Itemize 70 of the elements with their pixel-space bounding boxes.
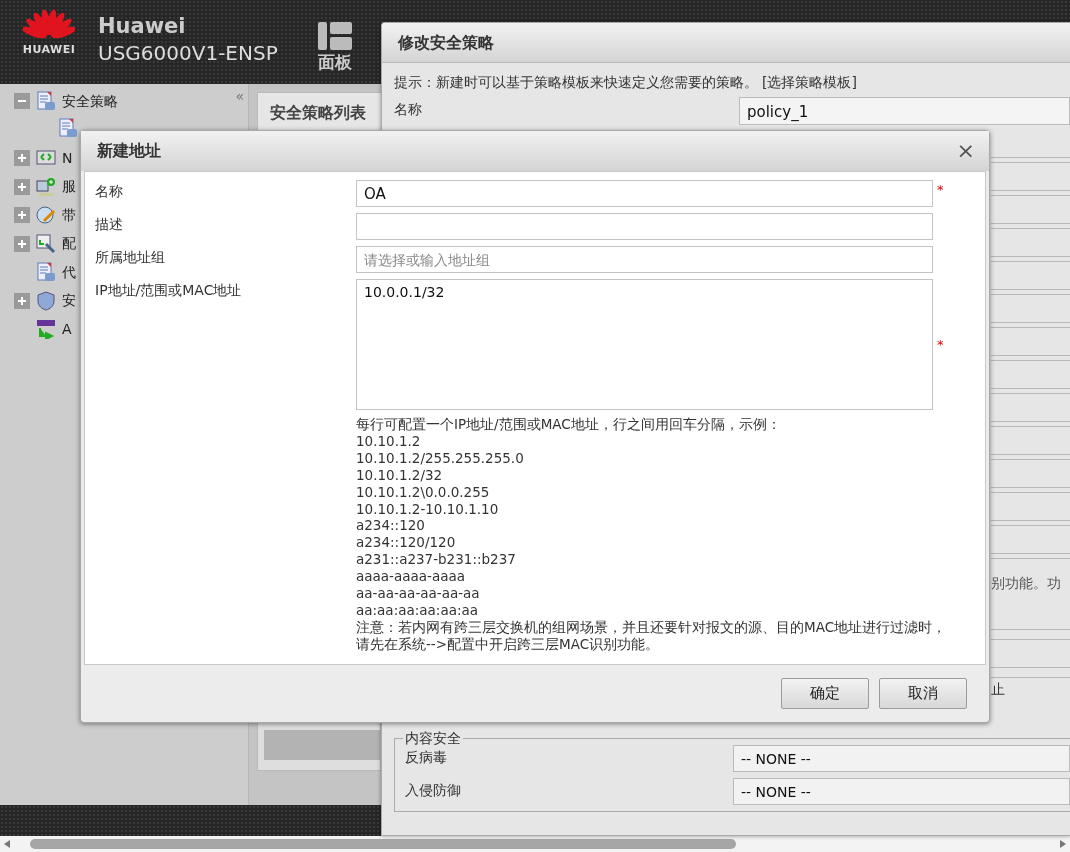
tree-label: N [62,148,73,168]
example-text: 10.10.1.2/32 [356,466,444,484]
example-text: 10.10.1.2/255.255.255.0 [356,449,525,467]
required-mark: * [936,181,945,199]
arrow-icon [36,319,56,340]
tree-label: 配 [62,234,76,254]
gauge-icon [36,205,56,226]
tree-label: 代 [62,262,76,282]
example-text: a231::a237-b231::b237 [356,551,517,569]
scroll-right-icon[interactable] [1060,840,1066,848]
input-field[interactable]: OA [356,180,933,207]
field-label: 止 [991,680,1006,699]
wrench-icon [36,233,56,254]
field-label: 入侵防御 [405,781,462,800]
logo-text: HUAWEI [22,42,76,58]
note-text: 注意：若内网有跨三层交换机的组网场景，并且还要针对报文的源、目的MAC地址进行过滤时，请先在系统-->配置中开启跨三层MAC识别功能。 [356,618,948,653]
expand-icon[interactable] [14,207,30,224]
scroll-left-icon[interactable] [4,840,10,848]
select-field[interactable]: -- NONE -- [733,745,1070,772]
tree-label: 带 [62,205,76,225]
hint-text: 提示：新建时可以基于策略模板来快速定义您需要的策略。 [394,72,758,92]
tree-label: 服 [62,177,76,197]
field-label: 反病毒 [405,748,448,767]
computer-icon [36,176,56,197]
example-text: 10.10.1.2-10.10.1.10 [356,500,500,518]
example-text: aaaa-aaaa-aaaa [356,568,466,586]
document-icon [58,117,78,138]
document-icon [36,262,56,283]
expand-icon[interactable] [14,235,30,252]
tree-label: A [62,319,72,339]
select-field[interactable]: -- NONE -- [733,778,1070,805]
section-title: 内容安全 [404,731,462,745]
device-name: USG6000V1-ENSP [98,43,278,63]
field-label: 所属地址组 [95,248,166,267]
hint-text: 别功能。功 [991,573,1062,593]
cancel-button[interactable]: 取消 [879,678,967,709]
close-button[interactable]: × [956,140,975,162]
combo-field[interactable]: 请选择或输入地址组 [356,246,933,273]
example-text: a234::120/120 [356,534,457,552]
address-textarea[interactable]: 10.0.0.1/32 [356,279,933,410]
example-text: 10.10.1.2 [356,432,422,450]
template-link[interactable]: [选择策略模板] [762,71,857,93]
expand-icon[interactable] [14,178,30,195]
ok-button[interactable]: 确定 [781,678,869,709]
expand-icon[interactable] [14,150,30,167]
input-field[interactable] [356,213,933,240]
panel-button[interactable]: 面板 [317,22,352,76]
tree-label: 安 [62,291,76,311]
logo-icon [23,8,75,40]
required-mark: * [936,335,945,354]
scrollbar-thumb[interactable] [30,839,736,849]
panel-icon [317,22,352,50]
example-text: a234::120 [356,517,426,535]
name-field[interactable]: policy_1 [739,97,1070,125]
document-icon [36,91,56,112]
field-label: 描述 [95,215,124,234]
tree-label: 安全策略 [62,91,118,111]
example-text: 10.10.1.2\0.0.0.255 [356,483,491,501]
field-label: 名称 [394,100,423,119]
collapse-icon[interactable] [14,93,30,110]
field-label: 名称 [95,182,124,201]
dialog-title: 修改安全策略 [382,23,1070,63]
shield-icon [36,290,56,311]
brand-name: Huawei [98,16,187,37]
example-text: aa:aa:aa:aa:aa:aa [356,601,479,619]
help-text: 每行可配置一个IP地址/范围或MAC地址，行之间用回车分隔，示例： [356,416,782,433]
example-text: aa-aa-aa-aa-aa-aa [356,585,481,602]
field-label: IP地址/范围或MAC地址 [95,281,243,300]
expand-icon[interactable] [14,292,30,309]
dialog-title: 新建地址 [97,140,161,162]
